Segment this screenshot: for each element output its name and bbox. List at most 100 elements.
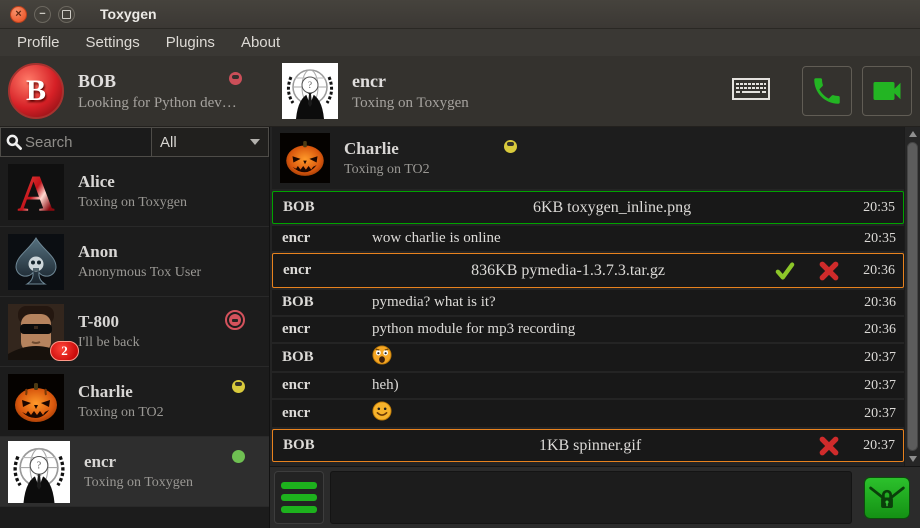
main-area: All A [0, 127, 920, 528]
contact-card-charlie[interactable]: Charlie Toxing on TO2 [272, 127, 904, 189]
message-row: BOB 20:37 [272, 344, 904, 371]
avatar-alice: A [8, 164, 64, 220]
file-transfer-row: encr 836KB pymedia-1.3.7.3.tar.gz 20:36 [272, 253, 904, 288]
phone-icon [810, 74, 844, 108]
menu-plugins[interactable]: Plugins [153, 32, 228, 53]
file-label: 6KB toxygen_inline.png [373, 199, 851, 217]
attachments-menu-button[interactable] [274, 471, 324, 524]
card-status-message: Toxing on TO2 [344, 162, 430, 178]
chat-contact-status-message: Toxing on Toxygen [352, 95, 469, 112]
send-encrypted-icon [864, 477, 910, 519]
file-transfer-row: BOB 6KB toxygen_inline.png 20:35 [272, 191, 904, 224]
scrollbar[interactable] [904, 127, 920, 466]
search-icon [5, 133, 23, 151]
video-camera-icon [869, 73, 905, 109]
message-input[interactable] [330, 471, 852, 524]
search-input[interactable] [23, 133, 147, 152]
message-text: python module for mp3 recording [372, 321, 852, 338]
message-text: heh) [372, 377, 852, 394]
close-button[interactable]: × [10, 6, 27, 23]
contact-status-message: Toxing on TO2 [78, 405, 164, 421]
away-status-icon [232, 380, 245, 393]
self-name: BOB [78, 71, 237, 92]
maximize-button[interactable] [58, 6, 75, 23]
message-sender: encr [282, 321, 372, 338]
file-label: 1KB spinner.gif [373, 437, 807, 455]
menu-icon [281, 482, 317, 513]
self-avatar[interactable]: B [8, 63, 64, 119]
message-sender: encr [282, 230, 372, 247]
message-smiley [372, 401, 852, 426]
message-sender: encr [282, 377, 372, 394]
message-sender: encr [282, 405, 372, 422]
x-icon [819, 434, 839, 458]
message-time: 20:35 [863, 200, 895, 216]
away-status-icon [504, 140, 517, 153]
menu-about[interactable]: About [228, 32, 293, 53]
chat-panel: Charlie Toxing on TO2 BOB 6KB toxygen_in… [270, 127, 920, 528]
contact-row-anon[interactable]: Anon Anonymous Tox User [0, 227, 269, 297]
menu-profile[interactable]: Profile [4, 32, 73, 53]
avatar-charlie [280, 133, 330, 183]
search-box [0, 127, 152, 157]
header-row: B BOB Looking for Python dev… ? [0, 56, 920, 127]
anonymous-logo: ? [282, 63, 338, 119]
message-time: 20:37 [864, 350, 896, 366]
file-label: 836KB pymedia-1.3.7.3.tar.gz [373, 262, 763, 280]
contact-name: encr [84, 452, 193, 472]
message-time: 20:36 [864, 295, 896, 311]
message-time: 20:37 [863, 438, 895, 454]
message-time: 20:36 [864, 322, 896, 338]
accept-file-button[interactable] [769, 258, 801, 284]
self-profile[interactable]: B BOB Looking for Python dev… [0, 56, 270, 126]
message-time: 20:35 [864, 231, 896, 247]
contact-avatar-encr: ? [282, 63, 338, 119]
contact-name: Anon [78, 242, 201, 262]
menu-bar: Profile Settings Plugins About [0, 29, 920, 56]
cancel-file-button[interactable] [813, 258, 845, 284]
toxygen-window: × − Toxygen Profile Settings Plugins Abo… [0, 0, 920, 528]
contact-list: A Alice Toxing on Toxygen [0, 157, 269, 528]
contact-name: Charlie [78, 382, 164, 402]
contact-status-message: Toxing on Toxygen [78, 195, 187, 211]
contact-row-t800[interactable]: T-800 I'll be back 2 [0, 297, 269, 367]
minimize-button[interactable]: − [34, 6, 51, 23]
contact-row-alice[interactable]: A Alice Toxing on Toxygen [0, 157, 269, 227]
svg-text:?: ? [308, 80, 312, 90]
contact-status-message: Anonymous Tox User [78, 265, 201, 281]
message-row: encr heh) 20:37 [272, 373, 904, 398]
cancel-file-button[interactable] [813, 433, 845, 459]
filter-value: All [160, 134, 177, 151]
message-sender: BOB [282, 349, 372, 366]
chevron-down-icon [250, 139, 260, 145]
message-time: 20:37 [864, 378, 896, 394]
scroll-down-arrow[interactable] [905, 452, 920, 466]
send-button[interactable] [858, 471, 916, 524]
scrollbar-thumb[interactable] [907, 142, 918, 451]
message-time: 20:37 [864, 406, 896, 422]
active-chat-header: ? encr Toxing on Toxygen [270, 56, 920, 126]
video-call-button[interactable] [862, 66, 912, 116]
avatar-charlie [8, 374, 64, 430]
window-title: Toxygen [100, 6, 157, 22]
message-row: encr wow charlie is online 20:35 [272, 226, 904, 251]
title-bar: × − Toxygen [0, 0, 920, 29]
contact-status-message: I'll be back [78, 335, 140, 351]
scroll-up-arrow[interactable] [905, 127, 920, 141]
unread-count-badge: 2 [50, 341, 79, 361]
contact-filter-dropdown[interactable]: All [152, 127, 269, 157]
message-row: BOB pymedia? what is it? 20:36 [272, 290, 904, 315]
avatar-letter: B [26, 74, 46, 108]
contact-row-encr[interactable]: ? encr Toxing on Toxygen [0, 437, 269, 507]
message-row: encr 20:37 [272, 400, 904, 427]
svg-text:?: ? [37, 460, 42, 471]
message-history: Charlie Toxing on TO2 BOB 6KB toxygen_in… [270, 127, 920, 466]
contact-row-charlie[interactable]: Charlie Toxing on TO2 [0, 367, 269, 437]
message-text: pymedia? what is it? [372, 294, 852, 311]
menu-settings[interactable]: Settings [73, 32, 153, 53]
contact-status-message: Toxing on Toxygen [84, 475, 193, 491]
audio-call-button[interactable] [802, 66, 852, 116]
file-transfer-row: BOB 1KB spinner.gif 20:37 [272, 429, 904, 462]
online-status-icon [232, 450, 245, 463]
search-row: All [0, 127, 269, 157]
